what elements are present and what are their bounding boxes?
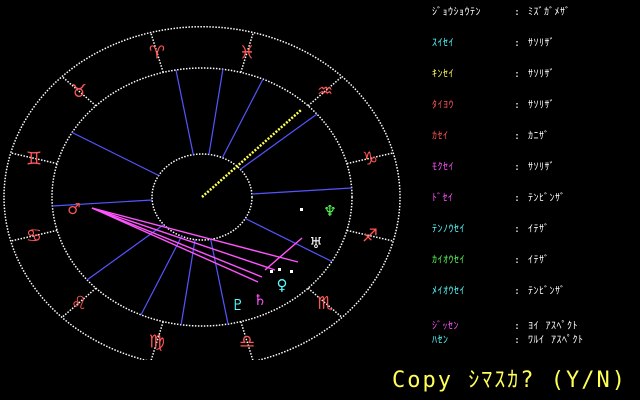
house-cusp-line [251,187,352,195]
venus-glyph: ♀ [277,276,288,294]
planet-sign: ｻｿﾘｻﾞ [528,100,555,111]
taurus-glyph: ♉ [71,81,87,102]
separator: : [514,38,521,49]
planet-marker-dot [290,270,293,273]
aquarius-glyph: ♒ [317,81,333,102]
scorpio-glyph: ♏ [317,293,333,314]
house-cusp-line [175,69,194,155]
aspect-label: ﾊｾﾝ [432,335,449,346]
separator: : [514,131,521,142]
house-cusp-line [208,69,224,155]
planet-name: ﾒｲｵｳｾｲ [432,286,465,297]
planet-name: ｶｲｵｳｾｲ [432,255,465,266]
saturn-glyph: ♄ [253,291,266,309]
outer-wheel-ring [3,26,401,360]
house-cusp-line [210,239,229,325]
separator: : [514,162,521,173]
planet-name: ｷﾝｾｲ [432,69,454,80]
capricorn-glyph: ♑ [362,148,378,169]
separator: : [514,7,521,18]
mars-glyph: ♂ [67,200,80,218]
separator: : [514,100,521,111]
cancer-glyph: ♋ [26,226,42,247]
neptune-glyph: ♆ [323,202,336,220]
planet-marker-dot [278,268,281,271]
planet-name: ﾀｲﾖｳ [432,100,454,111]
planet-sign: ﾐｽﾞｶﾞﾒｻﾞ [528,7,571,18]
aspect-line-opposition [91,207,263,278]
leo-glyph: ♌ [71,293,87,314]
planet-name: ｶｾｲ [432,131,449,142]
aspect-label: ｼﾞｯｾﾝ [432,321,459,332]
planet-marker-dot [270,270,273,273]
separator: : [514,255,521,266]
sagittarius-glyph: ♐ [362,226,378,247]
house-cusp-line [221,78,264,158]
pisces-glyph: ♓ [239,42,255,63]
planet-sign: ｻｿﾘｻﾞ [528,38,555,49]
planet-sign: ｻｿﾘｻﾞ [528,69,555,80]
separator: : [514,321,521,332]
uranus-glyph: ♅ [309,234,322,252]
planet-name: ﾄﾞｾｲ [432,193,454,204]
gemini-glyph: ♊ [26,148,42,169]
separator: : [514,193,521,204]
house-cusp-line [239,113,318,170]
horoscope-chart: ♈ ♉ ♊ ♋ ♌ ♍ ♎ ♏ ♐ ♑ ♒ ♓ ♂ ♆♅ ♀ ♇ ♄ [3,26,401,360]
planet-sign: ﾃﾝﾋﾞﾝｻﾞ [528,193,566,204]
aspect-value: ﾖｲ ｱｽﾍﾟｸﾄ [528,321,579,332]
planet-name: ｽｲｾｲ [432,38,454,49]
planet-name: ﾃﾝﾉｳｾｲ [432,224,465,235]
aspect-line-trine [201,109,302,198]
house-cusp-line [71,131,159,177]
separator: : [514,286,521,297]
separator: : [514,69,521,80]
planet-sign: ｲﾃｻﾞ [528,255,550,266]
aspect-line-opposition [91,207,276,271]
planet-sign: ﾃﾝﾋﾞﾝｻﾞ [528,286,566,297]
planet-sign: ｻｿﾘｻﾞ [528,162,555,173]
house-cusp-line [140,236,183,316]
separator: : [514,224,521,235]
libra-glyph: ♎ [239,332,255,353]
separator: : [514,335,521,346]
planet-marker-dot [300,208,303,211]
aspect-value: ﾜﾙｲ ｱｽﾍﾟｸﾄ [528,335,584,346]
planet-sign: ｶﾆｻﾞ [528,131,550,142]
planet-sign: ｲﾃｻﾞ [528,224,550,235]
aries-glyph: ♈ [149,42,165,63]
planet-name: ﾓｸｾｲ [432,162,454,173]
planet-name: ｼﾞｮｳｼｮｳﾃﾝ [432,7,481,18]
aspect-line-opposition [264,237,303,271]
virgo-glyph: ♍ [149,332,165,353]
pluto-glyph: ♇ [231,296,244,314]
copy-prompt[interactable]: Copy ｼﾏｽｶ? (Y/N) [392,366,627,396]
